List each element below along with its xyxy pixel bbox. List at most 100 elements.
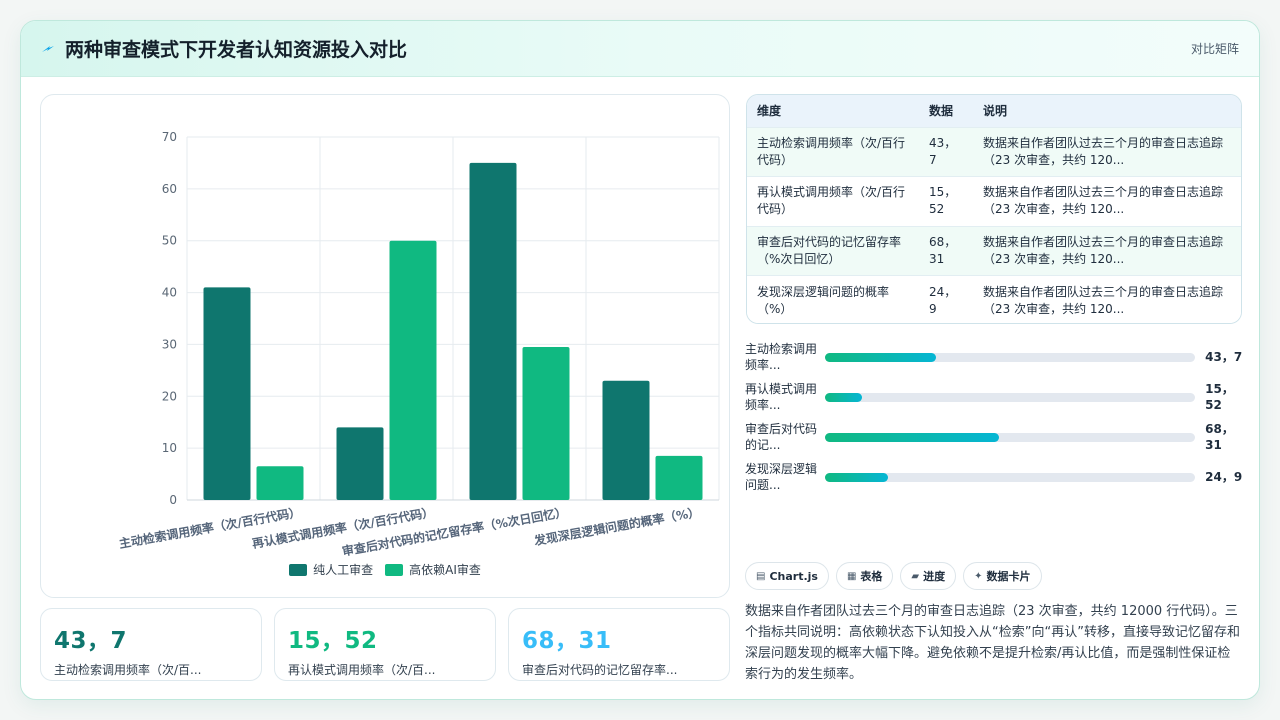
stat-label: 审查后对代码的记忆留存率... — [522, 663, 678, 677]
table-icon: ▦ — [846, 570, 857, 582]
bar-ai — [522, 347, 570, 500]
view-tabs: ▤ Chart.js ▦ 表格 ▰ 进度 ✦ 数据卡片 — [745, 562, 1042, 590]
y-tick-label: 70 — [162, 130, 177, 144]
tab-table[interactable]: ▦ 表格 — [835, 562, 894, 590]
stat-card: 68，31 审查后对代码的记忆留存率... — [508, 608, 730, 681]
y-tick-label: 0 — [169, 493, 177, 507]
table-cell-notes-text: 数据来自作者团队过去三个月的审查日志追踪（23 次审查，共约 120... — [983, 234, 1224, 266]
table-cell-notes: 数据来自作者团队过去三个月的审查日志追踪（23 次审查，共约 120... — [973, 226, 1241, 276]
bar-manual — [469, 162, 517, 500]
progress-track — [824, 352, 1196, 362]
table-row: 审查后对代码的记忆留存率（%次日回忆） 68，31 数据来自作者团队过去三个月的… — [747, 226, 1241, 276]
page-title: 两种审查模式下开发者认知资源投入对比 — [65, 39, 408, 61]
progress-fill — [824, 392, 862, 402]
table-cell-notes: 数据来自作者团队过去三个月的审查日志追踪（23 次审查，共约 120... — [973, 127, 1241, 177]
progress-fill — [824, 352, 936, 362]
table-cell-dimension: 再认模式调用频率（次/百行代码） — [757, 185, 906, 217]
progress-value: 15，52 — [1205, 382, 1234, 412]
tab-label: Chart.js — [769, 569, 818, 583]
stat-card: 15，52 再认模式调用频率（次/百... — [274, 608, 496, 681]
progress-value: 43，7 — [1205, 350, 1243, 364]
table-header-row: 维度 数据 说明 — [747, 95, 1241, 127]
data-table-card: 维度 数据 说明 主动检索调用频率（次/百行代码） 43，7 数据来自作者团队过… — [746, 94, 1242, 324]
legend-item-manual[interactable]: 纯人工审查 — [289, 561, 373, 578]
legend-item-ai[interactable]: 高依赖AI审查 — [385, 561, 481, 578]
progress-row: 发现深层逻辑问题... 24，9 — [745, 457, 1245, 497]
progress-label: 发现深层逻辑问题... — [745, 462, 818, 492]
table-cell-dimension: 审查后对代码的记忆留存率（%次日回忆） — [757, 234, 902, 266]
legend-swatch — [385, 563, 404, 576]
chart-legend: 纯人工审查 高依赖AI审查 — [41, 561, 729, 578]
legend-label: 纯人工审查 — [313, 563, 374, 577]
tab-chartjs[interactable]: ▤ Chart.js — [745, 562, 829, 590]
bar-manual — [336, 427, 384, 500]
table-cell-dimension: 发现深层逻辑问题的概率（%） — [757, 284, 890, 316]
stat-value: 15，52 — [288, 628, 378, 654]
progress-list: 主动检索调用频率... 43，7 再认模式调用频率... 15，52 审查后对代… — [745, 337, 1245, 497]
stat-label: 再认模式调用频率（次/百... — [288, 663, 436, 677]
progress-fill — [824, 432, 999, 442]
progress-track — [824, 472, 1196, 482]
bar-ai — [389, 240, 437, 500]
progress-row: 审查后对代码的记... 68，31 — [745, 417, 1245, 457]
chart-icon: ▤ — [756, 570, 766, 582]
stat-card: 43，7 主动检索调用频率（次/百... — [40, 608, 262, 681]
bar-ai — [256, 466, 304, 500]
column-header-notes: 说明 — [983, 104, 1008, 119]
legend-label: 高依赖AI审查 — [409, 563, 481, 577]
y-tick-label: 60 — [162, 182, 177, 196]
dashboard-window: 两种审查模式下开发者认知资源投入对比 对比矩阵 0 10 20 30 40 50 60 70 主… — [20, 20, 1260, 700]
spark-icon — [42, 45, 54, 52]
chart-card: 0 10 20 30 40 50 60 70 主动检索调用频率（次/百行代码） 再认模式调用频率（… — [40, 94, 730, 598]
table-cell-data: 68，31 — [929, 234, 957, 266]
table-cell-data: 43，7 — [929, 135, 957, 167]
y-tick-label: 50 — [162, 234, 177, 248]
progress-track — [824, 432, 1196, 442]
stat-label: 主动检索调用频率（次/百... — [54, 663, 202, 677]
compare-matrix-link[interactable]: 对比矩阵 — [1191, 40, 1239, 57]
summary-text: 数据来自作者团队过去三个月的审查日志追踪（23 次审查，共约 12000 行代码… — [745, 604, 1240, 682]
tab-data-cards[interactable]: ✦ 数据卡片 — [963, 562, 1042, 590]
bar-ai — [655, 455, 703, 500]
tab-label: 进度 — [923, 570, 946, 583]
legend-swatch — [289, 563, 308, 576]
table-cell-notes-text: 数据来自作者团队过去三个月的审查日志追踪（23 次审查，共约 120... — [983, 185, 1224, 217]
y-tick-label: 20 — [162, 389, 177, 403]
column-header-dimension: 维度 — [757, 104, 782, 119]
y-tick-label: 10 — [162, 441, 177, 455]
table-cell-data: 24，9 — [929, 284, 957, 316]
column-header-data: 数据 — [929, 104, 954, 119]
tab-progress[interactable]: ▰ 进度 — [900, 562, 957, 590]
progress-row: 再认模式调用频率... 15，52 — [745, 377, 1245, 417]
table-cell-notes-text: 数据来自作者团队过去三个月的审查日志追踪（23 次审查，共约 120... — [983, 284, 1224, 316]
table-cell-notes: 数据来自作者团队过去三个月的审查日志追踪（23 次审查，共约 120... — [973, 177, 1241, 227]
progress-icon: ▰ — [911, 570, 920, 582]
table-cell-data: 15，52 — [929, 185, 957, 217]
table-cell-dimension: 主动检索调用频率（次/百行代码） — [757, 135, 906, 167]
progress-value: 68，31 — [1205, 422, 1234, 452]
progress-label: 主动检索调用频率... — [745, 342, 818, 372]
bar-manual — [602, 380, 650, 500]
table-row: 发现深层逻辑问题的概率（%） 24，9 数据来自作者团队过去三个月的审查日志追踪… — [747, 275, 1241, 324]
tab-label: 数据卡片 — [986, 570, 1031, 583]
title-group: 两种审查模式下开发者认知资源投入对比 — [41, 35, 407, 62]
y-tick-label: 30 — [162, 337, 177, 351]
progress-fill — [824, 472, 888, 482]
progress-label: 审查后对代码的记... — [745, 422, 818, 452]
progress-label: 再认模式调用频率... — [745, 382, 818, 412]
bar-chart: 010203040506070主动检索调用频率（次/百行代码）再认模式调用频率（… — [118, 130, 720, 559]
progress-value: 24，9 — [1205, 470, 1243, 484]
y-tick-label: 40 — [162, 286, 177, 300]
sparkle-icon: ✦ — [974, 570, 983, 582]
bar-manual — [203, 287, 251, 500]
progress-track — [824, 392, 1196, 402]
x-tick-label: 审查后对代码的记忆留存率（%次日回忆） — [341, 504, 568, 558]
data-table: 维度 数据 说明 主动检索调用频率（次/百行代码） 43，7 数据来自作者团队过… — [747, 95, 1241, 324]
table-row: 再认模式调用频率（次/百行代码） 15，52 数据来自作者团队过去三个月的审查日… — [747, 176, 1241, 227]
table-cell-notes: 数据来自作者团队过去三个月的审查日志追踪（23 次审查，共约 120... — [973, 276, 1241, 324]
table-row: 主动检索调用频率（次/百行代码） 43，7 数据来自作者团队过去三个月的审查日志… — [747, 127, 1241, 177]
tab-label: 表格 — [860, 570, 883, 583]
progress-row: 主动检索调用频率... 43，7 — [745, 337, 1245, 377]
table-cell-notes-text: 数据来自作者团队过去三个月的审查日志追踪（23 次审查，共约 120... — [983, 135, 1224, 167]
stat-value: 68，31 — [522, 628, 612, 654]
